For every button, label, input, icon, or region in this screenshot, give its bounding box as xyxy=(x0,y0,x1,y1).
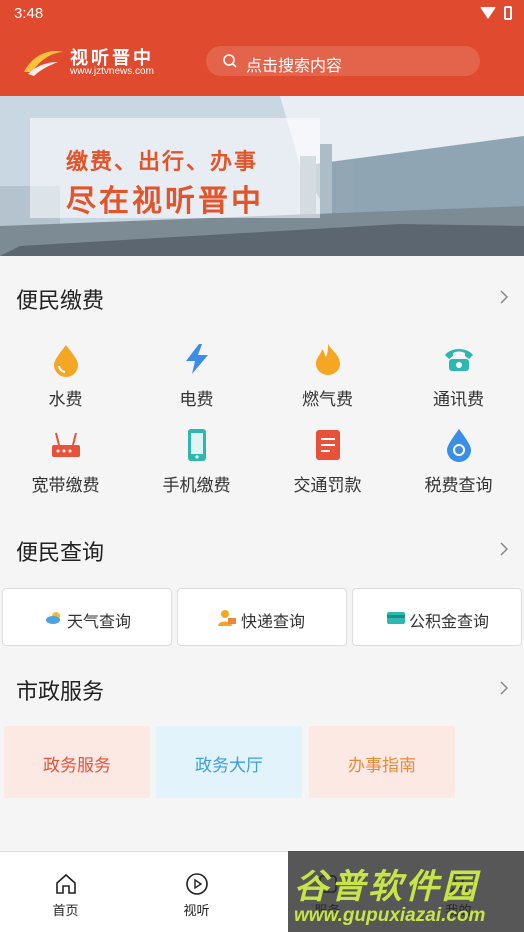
payment-item-mobile[interactable]: 手机缴费 xyxy=(131,427,262,507)
status-bar: 3:48 xyxy=(0,0,524,28)
section-title-payments: 便民缴费 xyxy=(16,288,105,313)
payment-item-gas[interactable]: 燃气费 xyxy=(262,341,393,421)
logo-swoosh-icon xyxy=(24,50,64,76)
payment-label: 税费查询 xyxy=(424,476,493,495)
service-card-government[interactable]: 政务服务 xyxy=(4,726,150,798)
nav-media[interactable]: 视听 xyxy=(131,852,262,932)
play-icon xyxy=(186,873,208,895)
router-icon xyxy=(52,432,80,457)
search-icon xyxy=(223,54,237,68)
section-title-municipal: 市政服务 xyxy=(16,679,105,704)
query-courier-button[interactable]: 快递查询 xyxy=(177,588,347,646)
payment-item-tax[interactable]: 税费查询 xyxy=(393,427,524,507)
query-housing-fund-button[interactable]: 公积金查询 xyxy=(352,588,522,646)
queries-section: 便民查询 xyxy=(0,535,524,565)
service-card-hall[interactable]: 政务大厅 xyxy=(156,726,302,798)
wifi-icon xyxy=(480,7,496,19)
watermark-overlay: 谷普软件园 www.gupuxiazai.com xyxy=(288,851,524,932)
watermark-url: www.gupuxiazai.com xyxy=(294,905,486,926)
banner-line1: 缴费、出行、办事 xyxy=(66,149,259,174)
telephone-icon xyxy=(445,349,473,371)
water-drop-icon xyxy=(54,345,78,377)
status-time: 3:48 xyxy=(14,5,44,22)
payment-item-electric[interactable]: 电费 xyxy=(131,341,262,421)
payment-label: 电费 xyxy=(179,390,214,409)
query-label: 公积金查询 xyxy=(409,614,490,631)
app-logo: 视听晋中 www.jztvnews.com xyxy=(22,42,172,82)
nav-label: 视听 xyxy=(183,903,210,918)
payment-label: 燃气费 xyxy=(302,390,353,409)
service-label: 政务服务 xyxy=(43,756,111,775)
search-placeholder: 点击搜索内容 xyxy=(246,58,343,75)
payment-item-telecom[interactable]: 通讯费 xyxy=(393,341,524,421)
payments-section: 便民缴费 水费 电费 燃气费 通讯费 宽带缴费 手机缴费 交通罚款 税费查询 xyxy=(0,283,524,513)
service-card-guide[interactable]: 办事指南 xyxy=(309,726,455,798)
payment-item-water[interactable]: 水费 xyxy=(0,341,131,421)
query-label: 快递查询 xyxy=(241,614,306,631)
service-label: 办事指南 xyxy=(348,756,416,775)
promo-banner[interactable]: 缴费、出行、办事 尽在视听晋中 xyxy=(0,96,524,256)
payment-label: 手机缴费 xyxy=(162,476,231,495)
chevron-right-icon[interactable] xyxy=(498,289,510,305)
mobile-phone-icon xyxy=(188,429,206,461)
home-icon xyxy=(56,873,76,894)
battery-icon xyxy=(504,6,512,20)
query-weather-button[interactable]: 天气查询 xyxy=(2,588,172,646)
chevron-right-icon[interactable] xyxy=(498,680,510,696)
chevron-right-icon[interactable] xyxy=(498,541,510,557)
section-title-queries: 便民查询 xyxy=(16,540,105,565)
payment-label: 交通罚款 xyxy=(293,476,362,495)
tax-drop-icon xyxy=(447,429,471,462)
nav-home[interactable]: 首页 xyxy=(0,852,131,932)
service-label: 政务大厅 xyxy=(195,756,263,775)
search-input[interactable]: 点击搜索内容 xyxy=(206,46,480,76)
flame-icon xyxy=(316,344,340,375)
lightning-icon xyxy=(186,344,208,374)
weather-icon xyxy=(46,612,60,624)
payment-label: 水费 xyxy=(48,390,83,409)
card-icon xyxy=(387,612,405,624)
payment-label: 宽带缴费 xyxy=(31,476,100,495)
query-label: 天气查询 xyxy=(67,614,132,631)
nav-label: 首页 xyxy=(52,903,79,918)
watermark-title: 谷普软件园 xyxy=(294,868,479,906)
logo-subtitle: www.jztvnews.com xyxy=(70,66,154,77)
municipal-section: 市政服务 xyxy=(0,674,524,704)
courier-icon xyxy=(218,610,236,626)
ticket-icon xyxy=(316,430,340,460)
app-header: 视听晋中 www.jztvnews.com 点击搜索内容 xyxy=(0,28,524,96)
status-icons xyxy=(480,6,512,20)
banner-line2: 尽在视听晋中 xyxy=(66,185,264,218)
payment-label: 通讯费 xyxy=(433,390,484,409)
payment-item-broadband[interactable]: 宽带缴费 xyxy=(0,427,131,507)
payment-item-traffic-fine[interactable]: 交通罚款 xyxy=(262,427,393,507)
